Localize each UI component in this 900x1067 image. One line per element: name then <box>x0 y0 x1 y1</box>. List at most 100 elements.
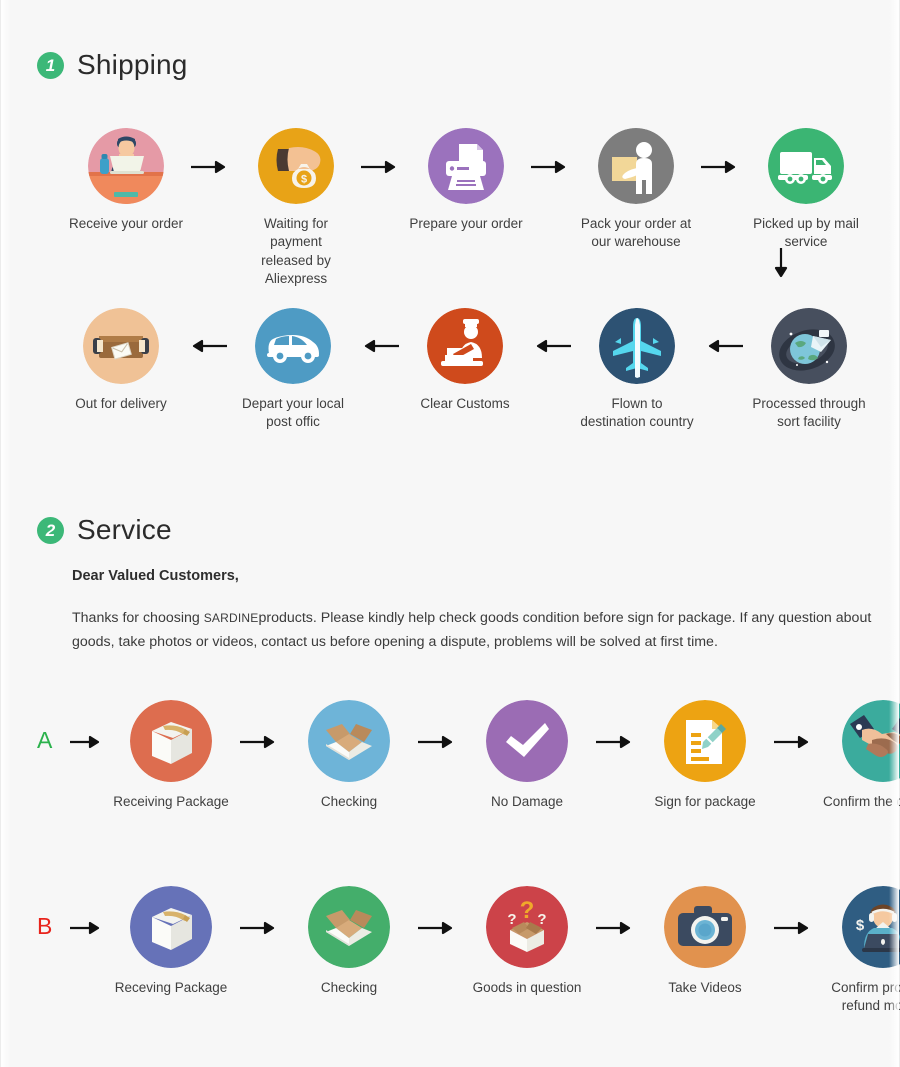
arrow-right-icon <box>695 118 747 215</box>
flow-step-label: Sign for package <box>654 794 756 809</box>
arrow-right-icon <box>591 690 641 794</box>
printer-icon <box>428 128 504 204</box>
arrow-right-icon <box>525 118 577 215</box>
shipping-flow-row-1: Receive your order $ Waiting for payment… <box>67 118 877 289</box>
service-flow-row-a: Receiving Package Checking No Damage Sig… <box>67 690 900 811</box>
camera-icon <box>664 886 746 968</box>
sealed-box-icon <box>130 700 212 782</box>
flow-step-label: Flown to destination country <box>580 396 694 430</box>
flow-step: Sign for package <box>641 690 769 811</box>
globe-sorting-icon <box>771 308 847 384</box>
flow-step-label: Clear Customs <box>420 396 510 411</box>
arrow-right-icon <box>235 876 285 980</box>
page-title-shipping: Shipping <box>77 49 188 80</box>
flow-step: ? ? ? Goods in question <box>463 876 591 997</box>
signed-form-icon <box>664 700 746 782</box>
section-number-badge-2: 2 <box>37 516 64 544</box>
arrow-right-icon <box>769 690 819 794</box>
service-flow-row-b: Receving Package Checking ? ? ? Goods in… <box>67 876 900 1016</box>
section-number-badge-1: 1 <box>37 51 64 79</box>
flow-step-label: Receive your order <box>68 216 184 231</box>
svg-text:?: ? <box>537 911 546 928</box>
service-body-text: Thanks for choosing SARDINEproducts. Ple… <box>72 606 892 655</box>
flow-step-label: No Damage <box>490 794 564 809</box>
flow-step: $ $ Confirm problem, refund money <box>819 876 900 1016</box>
flow-step-label: Pack your order at our warehouse <box>580 216 692 250</box>
flow-step-label: Checking <box>320 980 378 995</box>
arrow-left-icon <box>697 300 749 392</box>
arrow-right-icon <box>67 876 107 980</box>
service-greeting: Dear Valued Customers, <box>72 568 239 584</box>
flow-step: $ Waiting for payment released by Aliexp… <box>237 118 355 289</box>
flow-step-label: Take Videos <box>668 980 742 995</box>
flow-step-label: Waiting for payment released by Aliexpre… <box>261 216 331 287</box>
sealed-box-icon <box>130 886 212 968</box>
handshake-icon <box>842 700 900 782</box>
open-box-icon <box>308 886 390 968</box>
flow-step: Receiving Package <box>107 690 235 811</box>
flow-step-label: Depart your local post offic <box>241 396 345 430</box>
svg-text:?: ? <box>520 897 535 924</box>
flow-step-label: Picked up by mail service <box>753 216 859 250</box>
arrow-right-icon <box>355 118 407 215</box>
delivery-van-icon <box>255 308 331 384</box>
flow-step-label: Goods in question <box>472 980 582 995</box>
arrow-right-icon <box>591 876 641 980</box>
flow-step: Flown to destination country <box>577 300 697 432</box>
infographic-page: 1 Shipping Receive your order $ Waiting … <box>0 0 900 1067</box>
flow-step: Take Videos <box>641 876 769 997</box>
service-row-label-b: B <box>37 913 53 939</box>
question-box-icon: ? ? ? <box>486 886 568 968</box>
flow-step-label: Receiving Package <box>113 794 229 809</box>
open-box-icon <box>308 700 390 782</box>
service-row-label-a: A <box>37 727 53 753</box>
arrow-right-icon <box>185 118 237 215</box>
flow-step-label: Receving Package <box>114 980 228 995</box>
flow-step: Prepare your order <box>407 118 525 233</box>
flow-step: Confirm the delivery <box>819 690 900 811</box>
flow-step-label: Out for delivery <box>75 396 167 411</box>
shipping-flow-row-2: Out for delivery Depart your local post … <box>61 300 881 432</box>
page-title-service: Service <box>77 514 172 545</box>
open-parcel-icon <box>83 308 159 384</box>
arrow-left-icon <box>181 300 233 392</box>
service-body-part1: Thanks for choosing <box>72 610 204 626</box>
flow-step: Checking <box>285 690 413 811</box>
arrow-down-icon <box>773 248 789 287</box>
worker-packing-icon <box>598 128 674 204</box>
svg-text:$: $ <box>301 174 307 186</box>
checkmark-icon <box>486 700 568 782</box>
arrow-right-icon <box>413 876 463 980</box>
flow-step: Depart your local post offic <box>233 300 353 432</box>
support-agent-icon: $ $ <box>842 886 900 968</box>
svg-text:$: $ <box>856 917 865 934</box>
delivery-truck-icon <box>768 128 844 204</box>
brand-name: SARDINE <box>203 611 259 625</box>
flow-step: Checking <box>285 876 413 997</box>
flow-step: Clear Customs <box>405 300 525 413</box>
airplane-icon <box>599 308 675 384</box>
customs-officer-icon <box>427 308 503 384</box>
person-at-desk-icon <box>88 128 164 204</box>
arrow-right-icon <box>769 876 819 980</box>
flow-step-label: Confirm problem, refund money <box>831 980 900 1014</box>
arrow-left-icon <box>525 300 577 392</box>
arrow-right-icon <box>235 690 285 794</box>
arrow-left-icon <box>353 300 405 392</box>
flow-step-label: Confirm the delivery <box>822 794 900 809</box>
flow-step: Receive your order <box>67 118 185 233</box>
section-header-shipping: 1 Shipping <box>37 49 188 81</box>
flow-step-label: Processed through sort facility <box>752 396 866 430</box>
svg-text:?: ? <box>507 911 516 928</box>
hand-money-bag-icon: $ <box>258 128 334 204</box>
flow-step: Receving Package <box>107 876 235 997</box>
arrow-right-icon <box>413 690 463 794</box>
flow-step-label: Checking <box>320 794 378 809</box>
arrow-right-icon <box>67 690 107 794</box>
flow-step: No Damage <box>463 690 591 811</box>
flow-step: Picked up by mail service <box>747 118 865 252</box>
flow-step: Out for delivery <box>61 300 181 413</box>
section-header-service: 2 Service <box>37 514 172 546</box>
flow-step: Processed through sort facility <box>749 300 869 432</box>
flow-step: Pack your order at our warehouse <box>577 118 695 252</box>
